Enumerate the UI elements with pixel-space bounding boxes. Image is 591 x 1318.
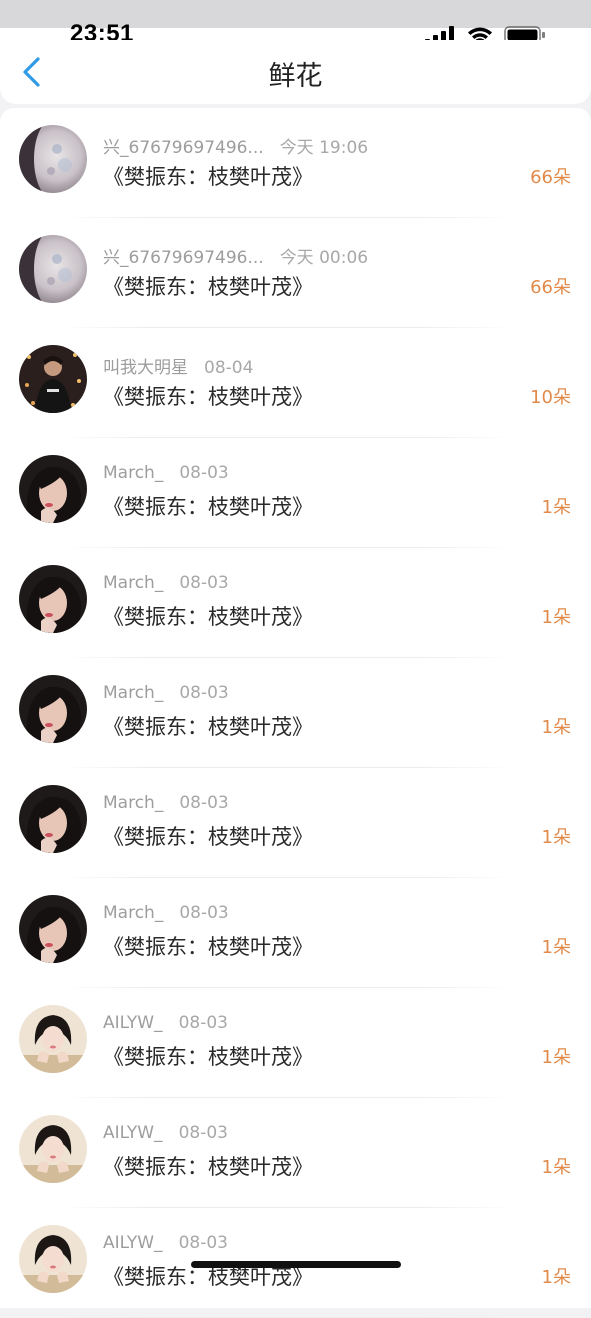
username: March_ xyxy=(103,463,164,483)
timestamp: 08-03 xyxy=(178,1123,228,1143)
item-meta: March_ 08-03 xyxy=(103,793,229,813)
avatar[interactable] xyxy=(19,1115,87,1183)
flower-count: 1朵 xyxy=(541,497,571,518)
username: 叫我大明星 xyxy=(103,358,188,378)
avatar[interactable] xyxy=(19,895,87,963)
item-title: 《樊振东：枝樊叶茂》 xyxy=(103,715,313,739)
list-item[interactable]: 兴_67679697496... 今天 19:06 《樊振东：枝樊叶茂》 66朵 xyxy=(0,108,591,218)
timestamp: 08-03 xyxy=(179,683,229,703)
avatar[interactable] xyxy=(19,455,87,523)
avatar[interactable] xyxy=(19,675,87,743)
item-meta: AILYW_ 08-03 xyxy=(103,1233,228,1253)
item-meta: March_ 08-03 xyxy=(103,573,229,593)
flower-count: 1朵 xyxy=(541,937,571,958)
list-item[interactable]: March_ 08-03 《樊振东：枝樊叶茂》 1朵 xyxy=(0,438,591,548)
username: 兴_67679697496... xyxy=(103,138,264,158)
gift-list: 兴_67679697496... 今天 19:06 《樊振东：枝樊叶茂》 66朵 兴_6… xyxy=(0,108,591,1318)
list-item[interactable]: March_ 08-03 《樊振东：枝樊叶茂》 1朵 xyxy=(0,768,591,878)
username: AILYW_ xyxy=(103,1013,163,1033)
username: March_ xyxy=(103,683,164,703)
item-meta: March_ 08-03 xyxy=(103,463,229,483)
list-item[interactable]: March_ 08-03 《樊振东：枝樊叶茂》 1朵 xyxy=(0,548,591,658)
timestamp: 08-04 xyxy=(204,358,254,378)
username: March_ xyxy=(103,793,164,813)
timestamp: 今天 00:06 xyxy=(279,248,369,268)
avatar[interactable] xyxy=(19,785,87,853)
timestamp: 08-03 xyxy=(179,573,229,593)
avatar[interactable] xyxy=(19,565,87,633)
item-meta: AILYW_ 08-03 xyxy=(103,1013,228,1033)
item-title: 《樊振东：枝樊叶茂》 xyxy=(103,1155,313,1179)
item-title: 《樊振东：枝樊叶茂》 xyxy=(103,1045,313,1069)
flower-count: 1朵 xyxy=(541,607,571,628)
avatar[interactable] xyxy=(19,1005,87,1073)
list-item[interactable]: 兴_67679697496... 今天 00:06 《樊振东：枝樊叶茂》 66朵 xyxy=(0,218,591,328)
item-meta: 兴_67679697496... 今天 00:06 xyxy=(103,243,368,268)
timestamp: 08-03 xyxy=(179,463,229,483)
list-item[interactable]: AILYW_ 08-03 《樊振东：枝樊叶茂》 1朵 xyxy=(0,1098,591,1208)
avatar[interactable] xyxy=(19,235,87,303)
flower-count: 10朵 xyxy=(530,387,571,408)
item-title: 《樊振东：枝樊叶茂》 xyxy=(103,935,313,959)
timestamp: 08-03 xyxy=(178,1013,228,1033)
timestamp: 08-03 xyxy=(179,793,229,813)
navigation-bar: 鲜花 xyxy=(0,40,591,104)
flower-count: 1朵 xyxy=(541,1267,571,1288)
flower-count: 1朵 xyxy=(541,717,571,738)
item-meta: AILYW_ 08-03 xyxy=(103,1123,228,1143)
page-title: 鲜花 xyxy=(268,61,323,92)
flower-count: 66朵 xyxy=(530,277,571,298)
home-indicator xyxy=(191,1261,401,1268)
avatar[interactable] xyxy=(19,125,87,193)
item-title: 《樊振东：枝樊叶茂》 xyxy=(103,825,313,849)
timestamp: 08-03 xyxy=(179,903,229,923)
flower-count: 66朵 xyxy=(530,167,571,188)
item-meta: 兴_67679697496... 今天 19:06 xyxy=(103,133,368,158)
timestamp: 今天 19:06 xyxy=(279,138,369,158)
item-meta: March_ 08-03 xyxy=(103,683,229,703)
item-meta: 叫我大明星 08-04 xyxy=(103,353,253,378)
item-title: 《樊振东：枝樊叶茂》 xyxy=(103,495,313,519)
item-title: 《樊振东：枝樊叶茂》 xyxy=(103,275,313,299)
list-item[interactable]: March_ 08-03 《樊振东：枝樊叶茂》 1朵 xyxy=(0,658,591,768)
timestamp: 08-03 xyxy=(178,1233,228,1253)
username: March_ xyxy=(103,573,164,593)
username: AILYW_ xyxy=(103,1123,163,1143)
list-item[interactable]: 叫我大明星 08-04 《樊振东：枝樊叶茂》 10朵 xyxy=(0,328,591,438)
avatar[interactable] xyxy=(19,1225,87,1293)
list-item[interactable]: AILYW_ 08-03 《樊振东：枝樊叶茂》 1朵 xyxy=(0,988,591,1098)
flower-count: 1朵 xyxy=(541,1157,571,1178)
list-item[interactable]: March_ 08-03 《樊振东：枝樊叶茂》 1朵 xyxy=(0,878,591,988)
username: March_ xyxy=(103,903,164,923)
item-title: 《樊振东：枝樊叶茂》 xyxy=(103,165,313,189)
avatar[interactable] xyxy=(19,345,87,413)
item-title: 《樊振东：枝樊叶茂》 xyxy=(103,605,313,629)
flower-count: 1朵 xyxy=(541,1047,571,1068)
flower-count: 1朵 xyxy=(541,827,571,848)
item-title: 《樊振东：枝樊叶茂》 xyxy=(103,385,313,409)
username: 兴_67679697496... xyxy=(103,248,264,268)
item-meta: March_ 08-03 xyxy=(103,903,229,923)
username: AILYW_ xyxy=(103,1233,163,1253)
